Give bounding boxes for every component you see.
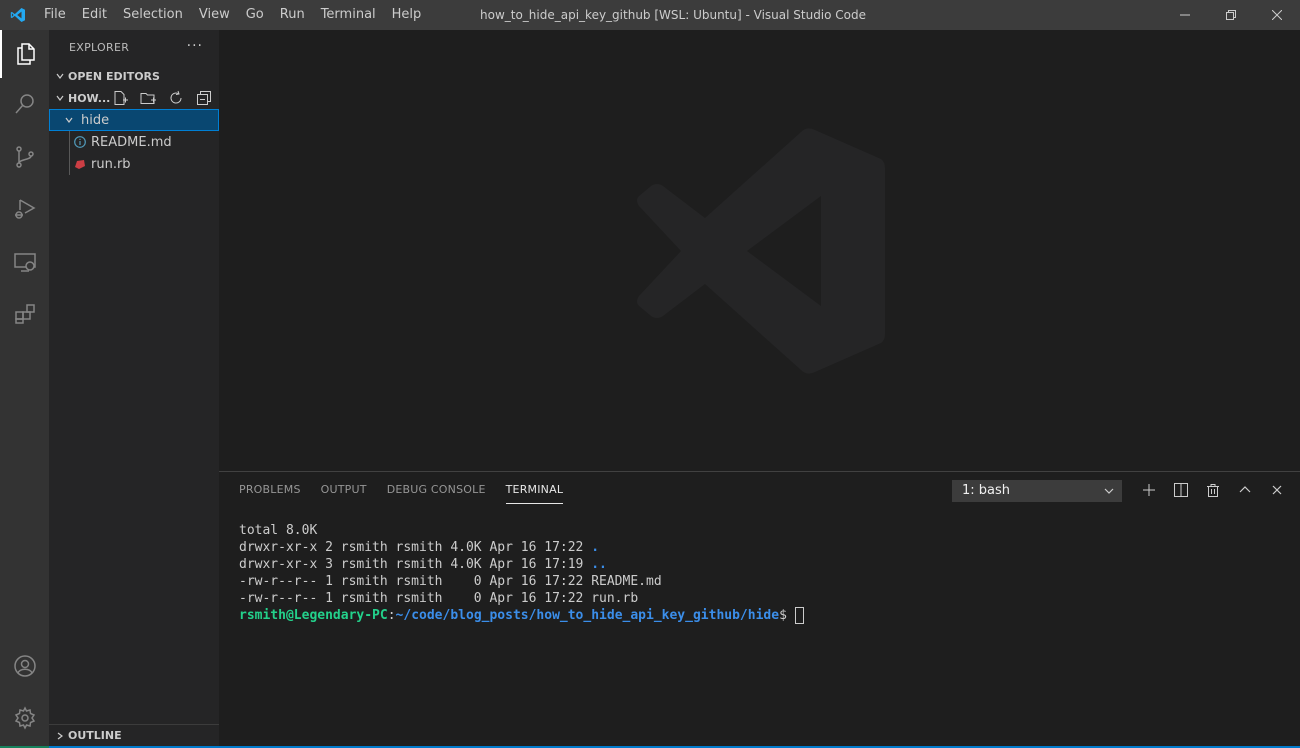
extensions-icon[interactable]: [0, 290, 49, 338]
window-controls: [1162, 0, 1300, 30]
explorer-title: EXPLORER: [69, 41, 130, 54]
outline-label: OUTLINE: [68, 729, 122, 742]
tree-file-readme[interactable]: README.md: [49, 131, 219, 153]
new-folder-icon[interactable]: [137, 87, 159, 109]
close-window-button[interactable]: [1254, 0, 1300, 30]
menu-help[interactable]: Help: [384, 0, 430, 30]
chevron-down-icon: [61, 109, 77, 131]
split-icon: [1174, 483, 1188, 497]
prompt-symbol: $: [779, 608, 795, 623]
chevron-down-icon: [52, 87, 68, 109]
minimize-icon: [1180, 14, 1190, 16]
close-icon: [1272, 10, 1282, 20]
minimize-button[interactable]: [1162, 0, 1208, 30]
chevron-down-icon: [1103, 484, 1115, 505]
new-terminal-button[interactable]: [1133, 478, 1165, 502]
terminal-prompt: rsmith@Legendary-PC:~/code/blog_posts/ho…: [239, 607, 804, 624]
search-icon[interactable]: [0, 80, 49, 128]
source-control-icon[interactable]: [0, 133, 49, 181]
folder-actions: [109, 87, 215, 109]
window-title: how_to_hide_api_key_github [WSL: Ubuntu]…: [480, 8, 867, 22]
close-panel-button[interactable]: [1261, 478, 1293, 502]
account-icon[interactable]: [0, 642, 49, 690]
collapse-all-icon[interactable]: [193, 87, 215, 109]
tab-terminal[interactable]: TERMINAL: [505, 472, 564, 508]
workspace-folder-section[interactable]: HOW...: [49, 87, 219, 109]
tree-file-run-rb[interactable]: run.rb: [49, 153, 219, 175]
tab-output[interactable]: OUTPUT: [321, 472, 367, 508]
terminal-line: drwxr-xr-x 3 rsmith rsmith 4.0K Apr 16 1…: [239, 557, 607, 572]
menu-edit[interactable]: Edit: [74, 0, 115, 30]
terminal-dir-entry: ..: [591, 557, 607, 572]
chevron-right-icon: [52, 725, 68, 747]
prompt-user: rsmith@Legendary-PC: [239, 608, 388, 623]
menu-view[interactable]: View: [191, 0, 238, 30]
restore-icon: [1226, 10, 1236, 20]
manage-gear-icon[interactable]: [0, 694, 49, 742]
plus-icon: [1143, 484, 1155, 496]
open-editors-label: OPEN EDITORS: [68, 69, 160, 83]
open-editors-section[interactable]: OPEN EDITORS: [49, 65, 219, 87]
terminal-line: -rw-r--r-- 1 rsmith rsmith 0 Apr 16 17:2…: [239, 591, 639, 606]
terminal-cursor: [794, 607, 804, 624]
ruby-icon: [73, 157, 87, 171]
menu-selection[interactable]: Selection: [115, 0, 191, 30]
explorer-sidebar: EXPLORER ··· OPEN EDITORS HOW... hide RE…: [49, 30, 219, 746]
explorer-icon[interactable]: [0, 30, 49, 78]
menu-bar: File Edit Selection View Go Run Terminal…: [36, 0, 429, 30]
activity-bar: [0, 30, 49, 746]
terminal-select-value: 1: bash: [962, 483, 1011, 498]
maximize-panel-button[interactable]: [1229, 478, 1261, 502]
menu-run[interactable]: Run: [272, 0, 313, 30]
split-terminal-button[interactable]: [1165, 478, 1197, 502]
title-bar: File Edit Selection View Go Run Terminal…: [0, 0, 1300, 30]
chevron-right-icon: [52, 65, 68, 87]
refresh-icon[interactable]: [165, 87, 187, 109]
terminal-output[interactable]: total 8.0K drwxr-xr-x 2 rsmith rsmith 4.0…: [239, 522, 804, 624]
workspace-folder-label: HOW...: [68, 91, 111, 105]
menu-go[interactable]: Go: [238, 0, 272, 30]
remote-explorer-icon[interactable]: [0, 238, 49, 286]
kill-terminal-button[interactable]: [1197, 478, 1229, 502]
vscode-watermark-icon: [637, 128, 885, 374]
run-debug-icon[interactable]: [0, 185, 49, 233]
terminal-line: total 8.0K: [239, 523, 318, 538]
restore-button[interactable]: [1208, 0, 1254, 30]
indent-guide: [69, 153, 70, 175]
close-icon: [1272, 485, 1282, 495]
terminal-select[interactable]: 1: bash: [952, 480, 1122, 502]
panel-tabs: PROBLEMS OUTPUT DEBUG CONSOLE TERMINAL: [239, 472, 583, 508]
chevron-up-icon: [1239, 486, 1251, 493]
indent-guide: [69, 131, 70, 153]
prompt-separator: :: [387, 608, 396, 623]
terminal-line: -rw-r--r-- 1 rsmith rsmith 0 Apr 16 17:2…: [239, 574, 662, 589]
tree-file-label: README.md: [91, 134, 172, 150]
more-actions-button[interactable]: ···: [187, 38, 203, 54]
terminal-line: drwxr-xr-x 2 rsmith rsmith 4.0K Apr 16 1…: [239, 540, 600, 555]
outline-section[interactable]: OUTLINE: [49, 724, 219, 746]
panel-actions: [1133, 478, 1293, 502]
vscode-logo-icon: [0, 0, 36, 30]
menu-file[interactable]: File: [36, 0, 74, 30]
menu-terminal[interactable]: Terminal: [313, 0, 384, 30]
trash-icon: [1207, 484, 1219, 497]
terminal-dir-entry: .: [591, 540, 600, 555]
tree-file-label: run.rb: [91, 156, 131, 172]
info-icon: [73, 135, 87, 149]
prompt-path: ~/code/blog_posts/how_to_hide_api_key_gi…: [395, 608, 780, 623]
bottom-panel: PROBLEMS OUTPUT DEBUG CONSOLE TERMINAL 1…: [219, 471, 1300, 746]
explorer-header: EXPLORER ···: [49, 30, 219, 65]
tab-debug-console[interactable]: DEBUG CONSOLE: [387, 472, 486, 508]
editor-area[interactable]: [219, 30, 1300, 471]
tab-problems[interactable]: PROBLEMS: [239, 472, 301, 508]
tree-folder-hide[interactable]: hide: [49, 109, 219, 131]
tree-folder-label: hide: [81, 112, 110, 128]
new-file-icon[interactable]: [109, 87, 131, 109]
